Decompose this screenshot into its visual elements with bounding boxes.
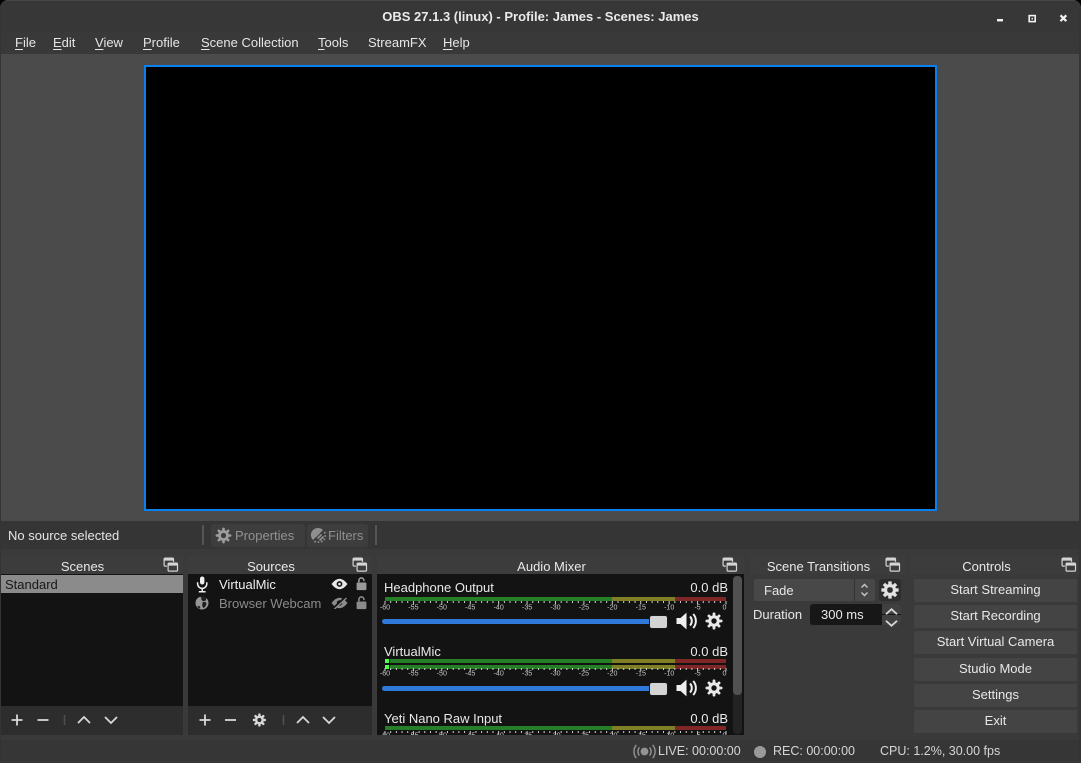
svg-text:-15: -15: [636, 731, 646, 735]
svg-text:-25: -25: [579, 670, 589, 678]
svg-text:-60: -60: [380, 670, 390, 678]
svg-text:-20: -20: [607, 603, 617, 611]
svg-text:-35: -35: [522, 731, 532, 735]
svg-text:-40: -40: [494, 603, 504, 611]
svg-text:-15: -15: [636, 603, 646, 611]
svg-text:-55: -55: [408, 670, 418, 678]
svg-text:-5: -5: [694, 670, 700, 678]
svg-text:-50: -50: [437, 670, 447, 678]
svg-text:-50: -50: [437, 731, 447, 735]
svg-text:-25: -25: [579, 731, 589, 735]
svg-text:-55: -55: [408, 603, 418, 611]
svg-text:0: 0: [723, 731, 727, 735]
svg-text:-10: -10: [664, 670, 674, 678]
svg-text:-45: -45: [465, 731, 475, 735]
svg-text:-15: -15: [636, 670, 646, 678]
svg-text:-45: -45: [465, 670, 475, 678]
svg-text:0: 0: [723, 670, 727, 678]
svg-text:-10: -10: [664, 603, 674, 611]
svg-text:-60: -60: [380, 731, 390, 735]
svg-text:-20: -20: [607, 670, 617, 678]
svg-text:-30: -30: [550, 731, 560, 735]
svg-text:-30: -30: [550, 670, 560, 678]
svg-text:-25: -25: [579, 603, 589, 611]
svg-text:-40: -40: [494, 670, 504, 678]
svg-text:-60: -60: [380, 603, 390, 611]
svg-text:-20: -20: [607, 731, 617, 735]
svg-text:-45: -45: [465, 603, 475, 611]
svg-text:-35: -35: [522, 670, 532, 678]
svg-text:0: 0: [723, 603, 727, 611]
svg-text:-50: -50: [437, 603, 447, 611]
svg-text:-40: -40: [494, 731, 504, 735]
svg-text:-35: -35: [522, 603, 532, 611]
svg-text:-30: -30: [550, 603, 560, 611]
svg-text:-10: -10: [664, 731, 674, 735]
svg-text:-55: -55: [408, 731, 418, 735]
svg-text:-5: -5: [694, 731, 700, 735]
